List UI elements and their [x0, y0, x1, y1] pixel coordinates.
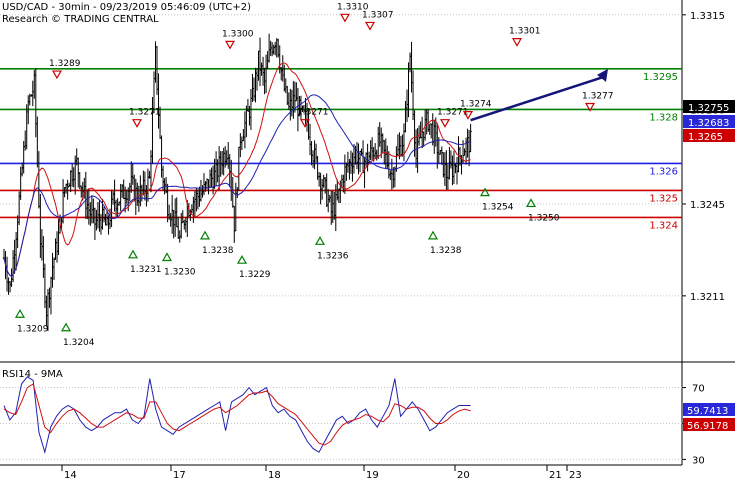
high-marker-label-9: 1.3271 [297, 108, 329, 118]
price-tick-label-2: 1.3245 [690, 200, 725, 211]
high-marker-label-7: 1.3300 [222, 29, 254, 39]
x-tick-label-6: 23 [569, 470, 582, 480]
low-marker-label-5: 1.3230 [164, 268, 196, 278]
x-tick-label-3: 19 [366, 470, 379, 480]
low-marker-label-8: 1.3229 [239, 270, 271, 280]
x-tick-label-5: 21 [549, 470, 562, 480]
high-marker-label-3: 1.3271 [129, 108, 161, 118]
low-marker-label-18: 1.3250 [528, 213, 560, 223]
rsi-tag-label-0: 59.7413 [687, 406, 728, 417]
low-marker-label-16: 1.3254 [482, 203, 514, 213]
level-label-3: 1.325 [649, 193, 678, 204]
high-marker-label-12: 1.3307 [362, 10, 394, 20]
price-tag-label-1: 1.32683 [688, 118, 729, 129]
chart-title: USD/CAD - 30min - 09/23/2019 05:46:09 (U… [2, 2, 252, 13]
low-marker-label-4: 1.3231 [130, 265, 162, 275]
price-tick-label-3: 1.3211 [690, 292, 725, 303]
x-tick-label-2: 18 [268, 470, 281, 480]
price-tag-label-2: 1.3265 [688, 132, 723, 143]
rsi-tag-label-1: 56.9178 [687, 421, 728, 432]
level-label-4: 1.324 [649, 220, 678, 231]
low-marker-label-10: 1.3236 [317, 251, 349, 261]
low-marker-label-0: 1.3209 [17, 324, 49, 334]
x-tick-label-4: 20 [457, 470, 470, 480]
x-tick-label-1: 17 [173, 470, 186, 480]
chart-root: 1.3295 1.328 1.326 1.325 1.324 1.3209 1.3204 1… [0, 0, 735, 481]
level-label-1: 1.328 [649, 112, 678, 123]
level-label-0: 1.3295 [643, 72, 678, 83]
high-marker-label-2: 1.3289 [49, 59, 81, 69]
high-marker-label-19: 1.3277 [582, 91, 614, 101]
rsi-panel-title: RSI14 - 9MA [2, 369, 63, 380]
x-tick-label-0: 14 [64, 470, 77, 480]
low-marker-label-6: 1.3238 [202, 246, 234, 256]
low-marker-label-1: 1.3204 [63, 338, 95, 348]
price-tag-label-0: 1.32755 [688, 103, 729, 114]
high-marker-label-17: 1.3301 [509, 27, 541, 37]
price-tick-label-0: 1.3315 [690, 11, 725, 22]
price-chart: 1.3295 1.328 1.326 1.325 1.324 1.3209 1.3204 1… [0, 0, 735, 481]
high-marker-label-15: 1.3274 [460, 100, 492, 110]
chart-source: Research © TRADING CENTRAL [2, 14, 159, 25]
rsi-tick-label-2: 30 [692, 455, 705, 466]
low-marker-label-13: 1.3238 [430, 246, 462, 256]
level-label-2: 1.326 [649, 166, 678, 177]
rsi-tick-label-0: 70 [692, 384, 705, 395]
